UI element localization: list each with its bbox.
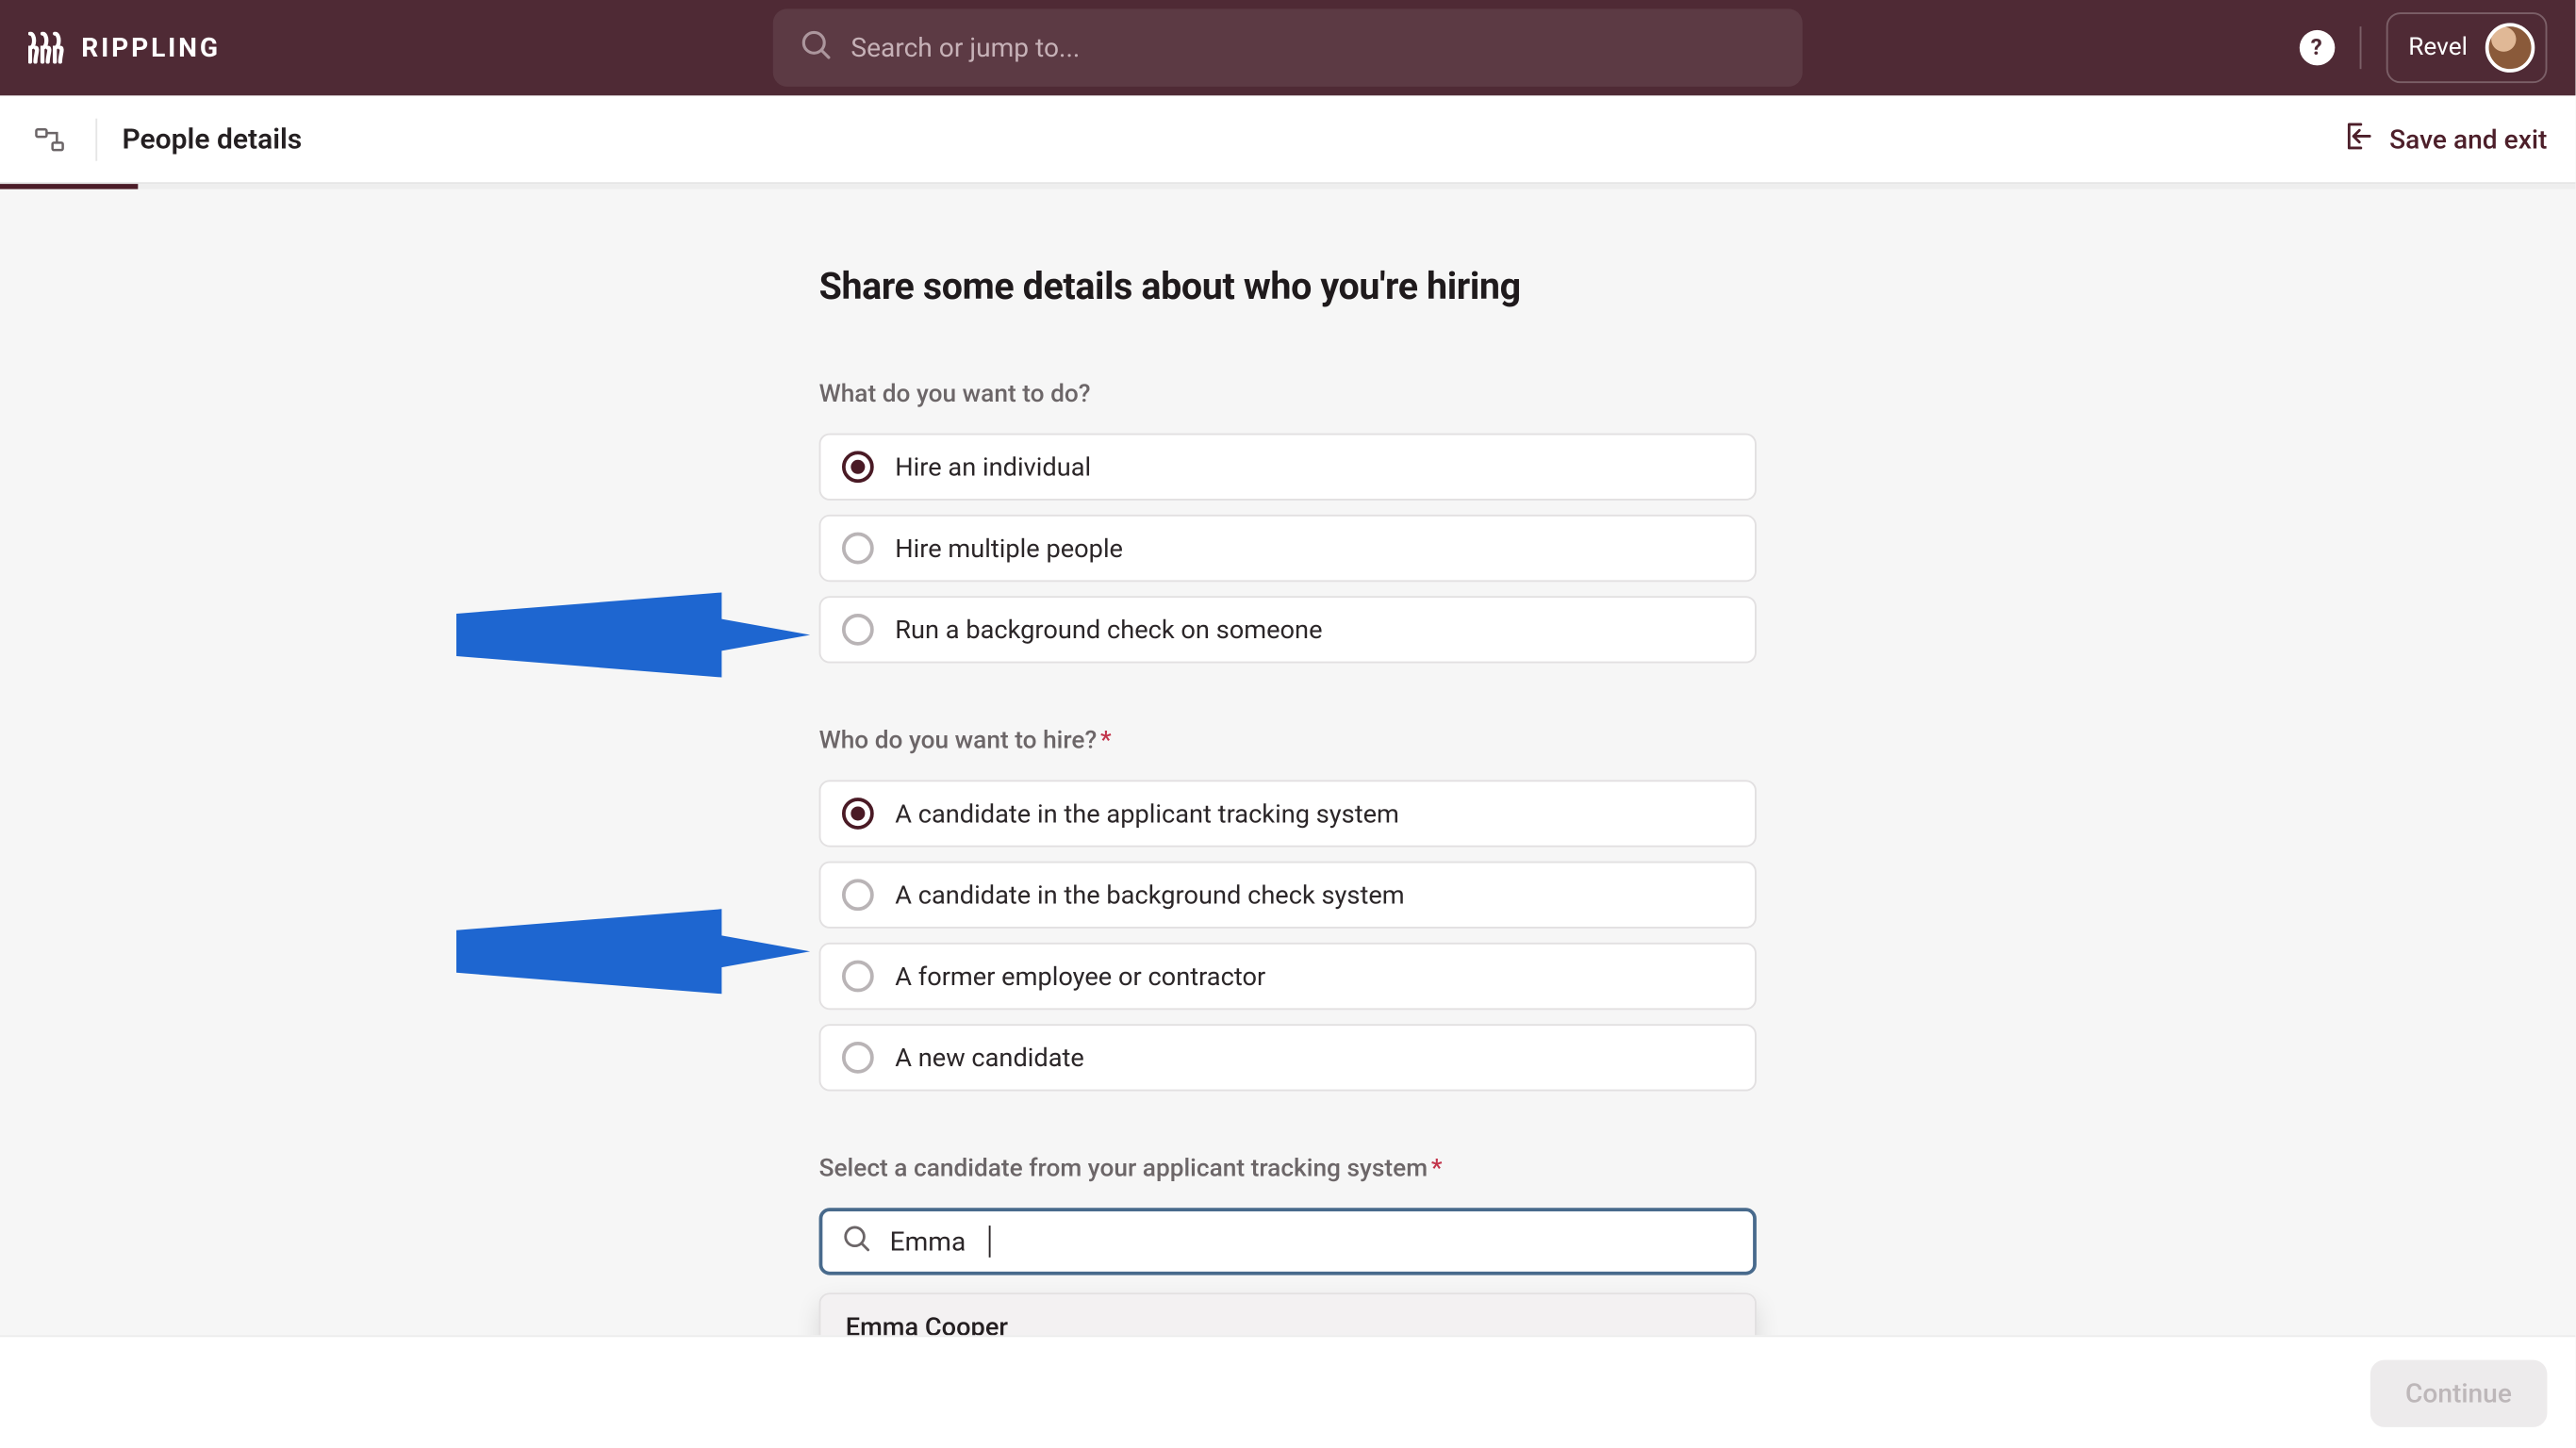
annotation-arrow-icon	[456, 589, 810, 682]
radio-label: Run a background check on someone	[895, 615, 1322, 645]
radio-icon	[842, 614, 874, 646]
candidate-dropdown: Emma Cooper cooper@email.com First Name	[819, 1292, 1757, 1335]
radio-background-check[interactable]: Run a background check on someone	[819, 596, 1757, 663]
radio-icon	[842, 533, 874, 565]
radio-icon	[842, 1042, 874, 1074]
search-icon	[798, 26, 834, 69]
radio-icon	[842, 798, 874, 830]
avatar	[2485, 23, 2535, 73]
radio-icon	[842, 879, 874, 911]
continue-button[interactable]: Continue	[2370, 1359, 2547, 1426]
brand-logo-icon	[28, 32, 67, 64]
form-heading: Share some details about who you're hiri…	[819, 267, 1757, 309]
radio-label: Hire multiple people	[895, 534, 1123, 564]
search-icon	[840, 1222, 872, 1260]
candidate-search[interactable]	[819, 1208, 1757, 1275]
annotation-arrow-icon	[456, 906, 810, 998]
radio-label: A new candidate	[895, 1043, 1084, 1073]
candidate-name: Emma Cooper	[846, 1312, 1730, 1335]
user-name: Revel	[2408, 34, 2468, 62]
workflow-icon[interactable]	[28, 118, 71, 160]
top-bar: RIPPLING ? Revel	[0, 0, 2575, 95]
radio-bgc-candidate[interactable]: A candidate in the background check syst…	[819, 862, 1757, 929]
divider	[2359, 26, 2361, 69]
text-caret	[989, 1226, 991, 1258]
required-mark: *	[1100, 727, 1112, 755]
radio-label: A candidate in the background check syst…	[895, 880, 1404, 910]
required-mark: *	[1431, 1155, 1443, 1183]
save-and-exit-button[interactable]: Save and exit	[2340, 118, 2548, 160]
radio-icon	[842, 961, 874, 993]
q3-label: Select a candidate from your applicant t…	[819, 1155, 1757, 1183]
page-title: People details	[122, 122, 302, 156]
divider	[95, 118, 97, 160]
global-search[interactable]	[773, 8, 1803, 87]
radio-label: A candidate in the applicant tracking sy…	[895, 798, 1399, 829]
radio-new-candidate[interactable]: A new candidate	[819, 1024, 1757, 1091]
radio-label: A former employee or contractor	[895, 962, 1265, 992]
radio-former-employee[interactable]: A former employee or contractor	[819, 943, 1757, 1010]
radio-hire-multiple[interactable]: Hire multiple people	[819, 515, 1757, 582]
help-button[interactable]: ?	[2299, 30, 2335, 66]
footer-bar: Continue	[0, 1335, 2575, 1448]
global-search-input[interactable]	[850, 32, 1777, 64]
radio-icon	[842, 451, 874, 483]
candidate-option-emma-cooper[interactable]: Emma Cooper cooper@email.com	[820, 1294, 1755, 1335]
candidate-search-input[interactable]	[890, 1226, 979, 1258]
brand-word: RIPPLING	[81, 32, 221, 64]
radio-ats-candidate[interactable]: A candidate in the applicant tracking sy…	[819, 780, 1757, 847]
q1-label: What do you want to do?	[819, 380, 1757, 408]
brand[interactable]: RIPPLING	[28, 32, 221, 64]
sub-bar: People details Save and exit	[0, 95, 2575, 184]
radio-hire-individual[interactable]: Hire an individual	[819, 434, 1757, 501]
radio-label: Hire an individual	[895, 452, 1091, 482]
exit-icon	[2340, 118, 2376, 160]
save-exit-label: Save and exit	[2389, 123, 2547, 155]
q2-label: Who do you want to hire?*	[819, 727, 1757, 755]
user-menu[interactable]: Revel	[2386, 12, 2548, 83]
